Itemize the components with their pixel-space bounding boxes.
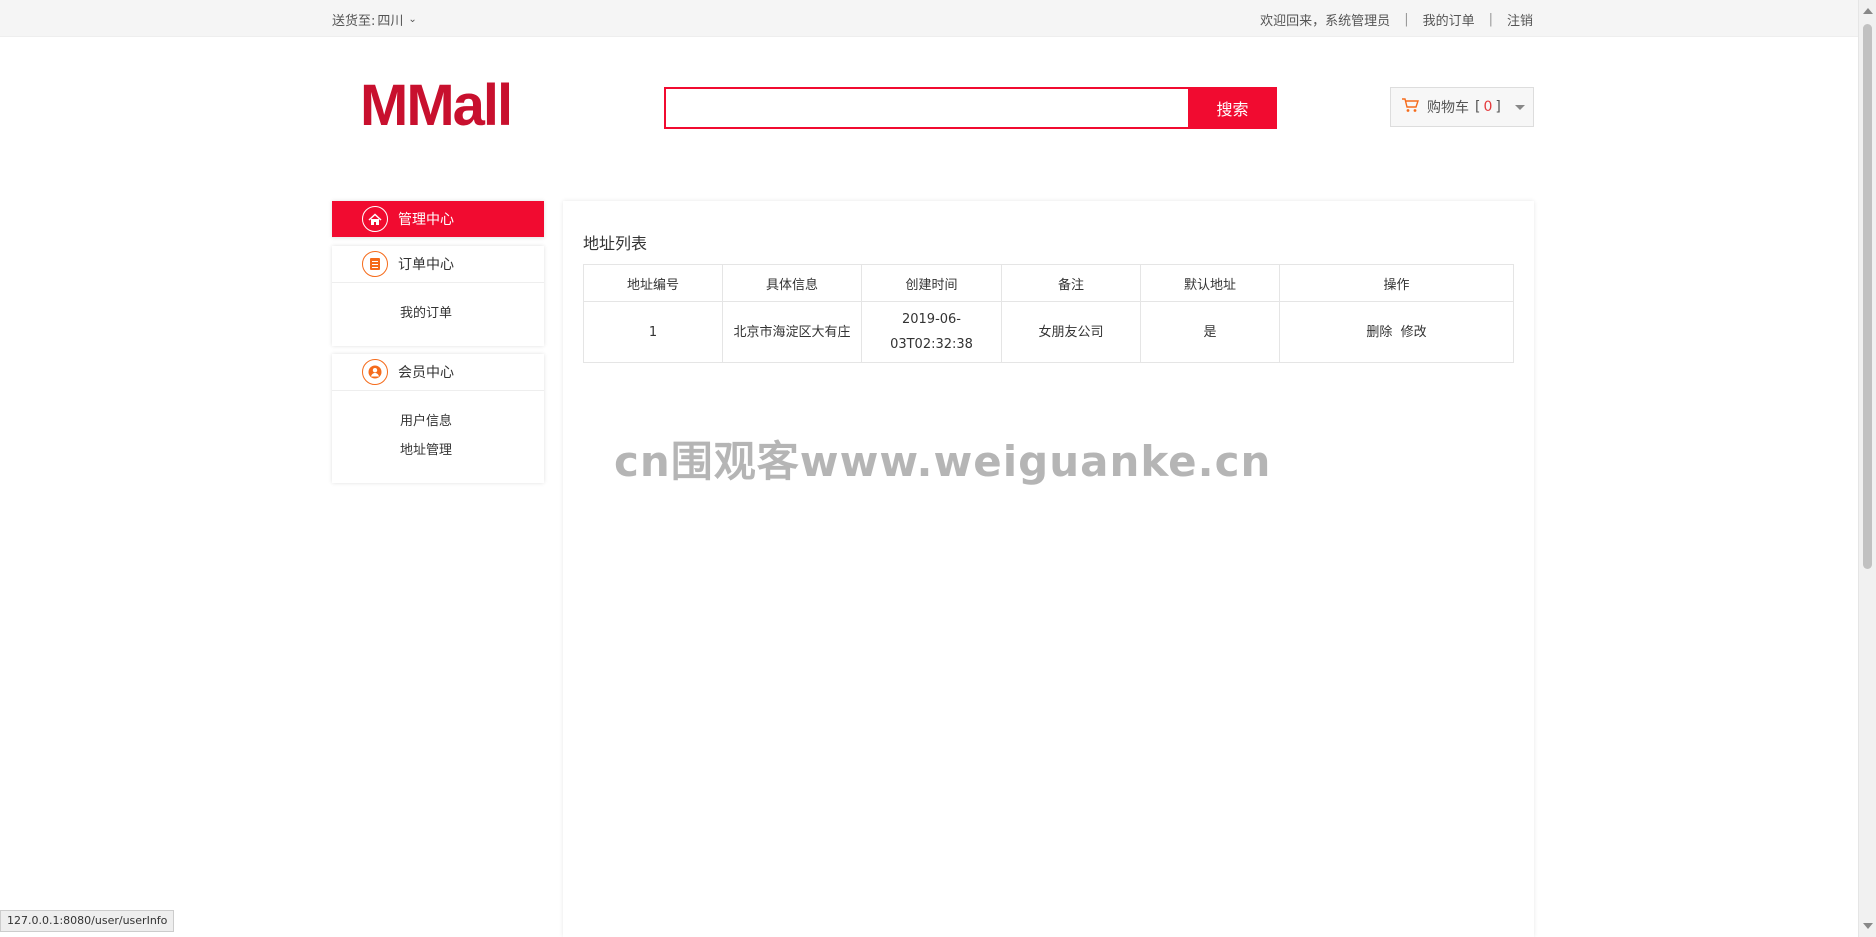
status-bar-url: 127.0.0.1:8080/user/userInfo [0,910,175,932]
cart-count: 0 [1483,99,1493,115]
sidebar: 管理中心 订单中心 我的订单 会员中心 用户信息 地址管理 [332,201,544,491]
scrollbar-thumb[interactable] [1863,24,1872,569]
search-bar: 搜索 [664,87,1277,129]
ship-to[interactable]: 送货至: 四川 ⌄ [332,10,417,29]
welcome-text: 欢迎回来，系统管理员 [1260,14,1391,29]
created-date: 2019-06- [901,312,961,327]
sidebar-item-label: 管理中心 [398,212,454,228]
sidebar-group-admin: 管理中心 [332,201,544,238]
cell-remark: 女朋友公司 [1001,301,1141,363]
top-bar: 送货至: 四川 ⌄ 欢迎回来，系统管理员 | 我的订单 | 注销 [0,0,1858,37]
logo[interactable]: MMall [360,72,513,139]
user-icon [362,359,388,385]
vertical-scrollbar[interactable] [1858,0,1876,937]
sidebar-item-user-info[interactable]: 用户信息 [400,407,544,436]
caret-down-icon [1514,104,1525,110]
cart-count-open: [ [1475,99,1481,115]
page-title: 地址列表 [583,234,648,253]
document-icon [362,251,388,277]
watermark: cn围观客www.weiguanke.cn [614,437,1272,486]
cell-created: 2019-06- 03T02:32:38 [861,301,1002,363]
my-orders-link[interactable]: 我的订单 [1423,10,1475,29]
column-header: 默认地址 [1140,264,1280,302]
sidebar-group-member: 会员中心 用户信息 地址管理 [332,354,544,483]
cart-button[interactable]: 购物车 [ 0 ] [1390,87,1534,127]
sidebar-item-member-center[interactable]: 会员中心 [332,354,544,391]
search-button[interactable]: 搜索 [1188,87,1277,129]
home-icon [362,206,388,232]
edit-link[interactable]: 修改 [1401,325,1427,340]
column-header: 操作 [1279,264,1514,302]
member-submenu: 用户信息 地址管理 [332,391,544,483]
ship-to-value[interactable]: 四川 [377,10,403,29]
table-row: 1 北京市海淀区大有庄 2019-06- 03T02:32:38 女朋友公司 是… [583,301,1514,363]
cell-detail: 北京市海淀区大有庄 [722,301,862,363]
column-header: 创建时间 [861,264,1002,302]
column-header: 具体信息 [722,264,862,302]
sidebar-group-orders: 订单中心 我的订单 [332,246,544,346]
sidebar-item-my-orders[interactable]: 我的订单 [400,299,544,328]
scroll-up-icon[interactable] [1863,8,1873,14]
user-links: 欢迎回来，系统管理员 | 我的订单 | 注销 [1260,10,1533,29]
chevron-down-icon: ⌄ [408,14,417,25]
separator: | [1488,12,1493,27]
cart-count-close: ] [1495,99,1501,115]
sidebar-item-admin-center[interactable]: 管理中心 [332,201,544,238]
table-header-row: 地址编号 具体信息 创建时间 备注 默认地址 操作 [583,264,1514,302]
logout-link[interactable]: 注销 [1507,10,1533,29]
cart-icon [1401,97,1419,117]
sidebar-item-label: 会员中心 [398,365,454,381]
ship-to-label: 送货至: [332,14,376,29]
created-time: 03T02:32:38 [890,337,973,352]
search-input[interactable] [664,87,1188,129]
sidebar-item-address-management[interactable]: 地址管理 [400,436,544,465]
cell-id: 1 [583,301,723,363]
column-header: 备注 [1001,264,1141,302]
scroll-down-icon[interactable] [1863,923,1873,929]
sidebar-item-label: 订单中心 [398,257,454,273]
cell-actions: 删除 修改 [1279,301,1514,363]
order-submenu: 我的订单 [332,283,544,346]
cart-label: 购物车 [1427,100,1469,116]
main-panel: 地址列表 地址编号 具体信息 创建时间 备注 默认地址 操作 1 北京市海淀区大… [563,201,1534,937]
address-table: 地址编号 具体信息 创建时间 备注 默认地址 操作 1 北京市海淀区大有庄 20… [583,264,1514,363]
column-header: 地址编号 [583,264,723,302]
delete-link[interactable]: 删除 [1366,325,1392,340]
sidebar-item-order-center[interactable]: 订单中心 [332,246,544,283]
separator: | [1404,12,1409,27]
cell-default: 是 [1140,301,1280,363]
